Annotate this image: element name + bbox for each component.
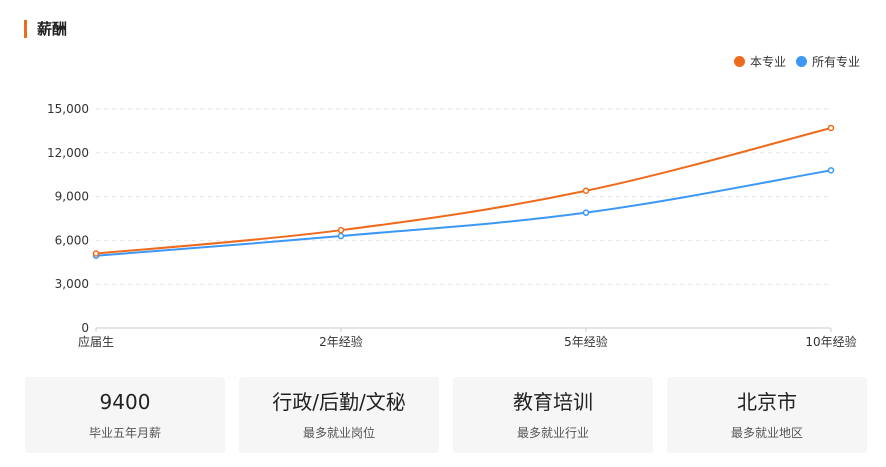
- summary-card-region: 北京市 最多就业地区: [667, 377, 867, 453]
- data-point-series-1: [827, 167, 835, 174]
- data-point-series-1: [337, 232, 345, 240]
- card-label-salary: 毕业五年月薪: [88, 426, 161, 440]
- summary-card-position: 行政/后勤/文秘 最多就业岗位: [239, 377, 439, 453]
- card-label-position: 最多就业岗位: [302, 426, 375, 440]
- card-value-position: 行政/后勤/文秘: [272, 390, 406, 414]
- data-point-series-0: [582, 187, 590, 195]
- data-point-series-0: [827, 124, 835, 132]
- card-label-industry: 最多就业行业: [516, 426, 589, 440]
- x-tick-label: 5年经验: [564, 334, 608, 349]
- card-label-region: 最多就业地区: [730, 426, 803, 440]
- salary-line-chart: 0 3,000 6,000 9,000 12,000 15,000 应届生 2年经验 5年经验 1…: [47, 102, 857, 349]
- y-tick-label: 3,000: [55, 277, 89, 291]
- y-tick-label: 15,000: [47, 102, 89, 116]
- x-tick-label: 10年经验: [805, 334, 856, 349]
- summary-card-salary: 9400 毕业五年月薪: [25, 377, 225, 453]
- summary-cards: 9400 毕业五年月薪 行政/后勤/文秘 最多就业岗位 教育培训 最多就业行业 …: [25, 377, 867, 453]
- y-tick-label: 9,000: [55, 190, 89, 204]
- card-value-salary: 9400: [99, 390, 151, 414]
- data-point-series-0: [337, 226, 345, 234]
- y-tick-label: 6,000: [55, 233, 89, 247]
- x-tick-label: 2年经验: [319, 334, 363, 349]
- data-point-series-1: [582, 209, 590, 216]
- y-tick-label: 12,000: [47, 146, 89, 160]
- y-tick-label: 0: [81, 321, 89, 335]
- card-value-industry: 教育培训: [513, 390, 593, 414]
- card-value-region: 北京市: [737, 390, 797, 414]
- data-point-series-0: [92, 250, 100, 257]
- summary-card-industry: 教育培训 最多就业行业: [453, 377, 653, 453]
- x-tick-label: 应届生: [78, 334, 114, 349]
